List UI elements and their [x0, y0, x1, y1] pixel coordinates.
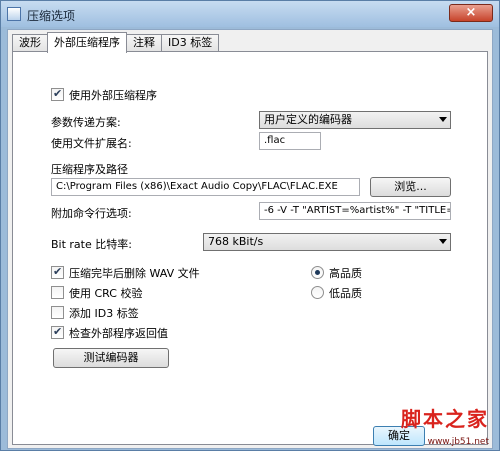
- window-icon: [7, 7, 21, 21]
- title-bar[interactable]: 压缩选项 ×: [1, 1, 499, 27]
- quality-high-label: 高品质: [329, 267, 362, 280]
- file-ext-input[interactable]: .flac: [259, 132, 321, 150]
- tab-waveform[interactable]: 波形: [12, 34, 48, 52]
- tab-strip: 波形 外部压缩程序 注释 ID3 标签: [12, 32, 220, 53]
- param-scheme-label: 参数传递方案:: [51, 116, 121, 129]
- tab-comments[interactable]: 注释: [126, 34, 162, 52]
- extra-options-label: 附加命令行选项:: [51, 207, 132, 220]
- delete-wav-label: 压缩完毕后删除 WAV 文件: [69, 267, 200, 280]
- chevron-down-icon: [439, 117, 447, 122]
- site-watermark: 脚本之家: [401, 407, 489, 431]
- bitrate-value: 768 kBit/s: [208, 235, 264, 248]
- tab-panel: 使用外部压缩程序 参数传递方案: 用户定义的编码器 使用文件扩展名: .flac…: [12, 51, 488, 445]
- extra-options-input[interactable]: -6 -V -T "ARTIST=%artist%" -T "TITLE=%ti…: [259, 202, 451, 220]
- use-external-label: 使用外部压缩程序: [69, 89, 157, 102]
- param-scheme-select[interactable]: 用户定义的编码器: [259, 111, 451, 129]
- check-return-checkbox[interactable]: [51, 325, 64, 339]
- check-return-label: 检查外部程序返回值: [69, 327, 168, 340]
- dialog-window: 压缩选项 × 波形外部压缩程序注释ID3 标签 使用外部压缩程序 参数传递方案:…: [0, 0, 500, 451]
- bitrate-label: Bit rate 比特率:: [51, 238, 132, 251]
- close-button[interactable]: ×: [449, 4, 493, 22]
- file-ext-label: 使用文件扩展名:: [51, 137, 132, 150]
- compressor-path-input[interactable]: C:\Program Files (x86)\Exact Audio Copy\…: [51, 178, 360, 196]
- param-scheme-value: 用户定义的编码器: [264, 113, 352, 126]
- window-title: 压缩选项: [27, 9, 76, 23]
- tab-external-compressor[interactable]: 外部压缩程序: [47, 32, 127, 53]
- delete-wav-checkbox[interactable]: [51, 265, 64, 279]
- use-external-checkbox[interactable]: [51, 87, 64, 101]
- compressor-path-label: 压缩程序及路径: [51, 163, 128, 176]
- crc-check-checkbox[interactable]: [51, 286, 64, 299]
- crc-check-label: 使用 CRC 校验: [69, 287, 143, 300]
- bitrate-select[interactable]: 768 kBit/s: [203, 233, 451, 251]
- add-id3-label: 添加 ID3 标签: [69, 307, 139, 320]
- dialog-client: 波形外部压缩程序注释ID3 标签 使用外部压缩程序 参数传递方案: 用户定义的编…: [7, 29, 493, 449]
- quality-high-radio[interactable]: [311, 266, 324, 279]
- tab-id3-tags[interactable]: ID3 标签: [161, 34, 220, 52]
- chevron-down-icon: [439, 239, 447, 244]
- quality-low-label: 低品质: [329, 287, 362, 300]
- test-encoder-button[interactable]: 测试编码器: [53, 348, 169, 368]
- quality-low-radio[interactable]: [311, 286, 324, 299]
- browse-button[interactable]: 浏览...: [370, 177, 451, 197]
- site-watermark-url: www.jb51.net: [427, 437, 489, 447]
- add-id3-checkbox[interactable]: [51, 306, 64, 319]
